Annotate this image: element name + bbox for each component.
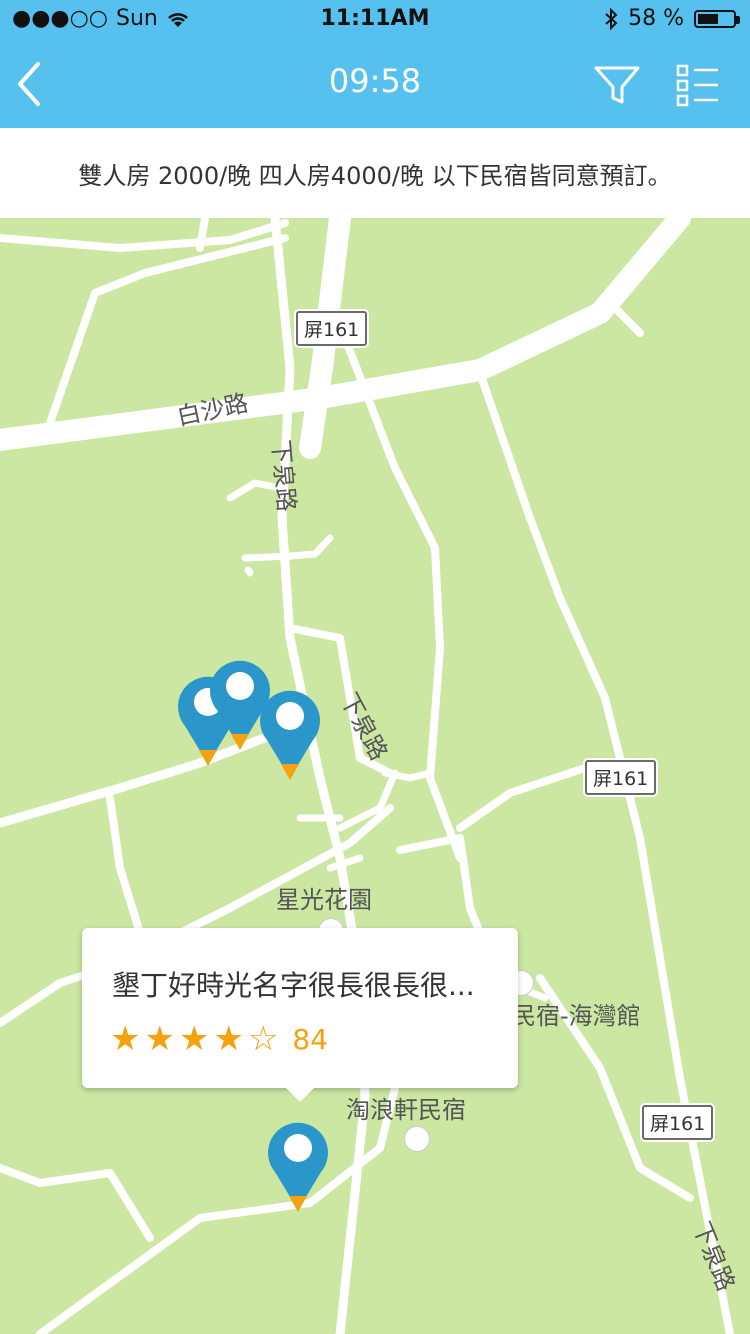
filter-icon — [594, 66, 640, 104]
map-label-taolang-inn: 淘浪軒民宿 — [346, 1096, 466, 1124]
star-icon: ☆ — [247, 1019, 279, 1059]
route-badge: 屏161 — [585, 760, 657, 795]
list-view-button[interactable] — [672, 60, 724, 112]
star-icon: ★ — [178, 1019, 210, 1059]
map-pin-icon — [268, 1122, 328, 1212]
rating-stars: ★ ★ ★ ★ ☆ 84 — [110, 1022, 328, 1056]
map-pin-selected[interactable] — [265, 1116, 331, 1216]
filter-button[interactable] — [592, 60, 644, 112]
star-icon: ★ — [110, 1019, 141, 1059]
route-badge: 屏161 — [296, 311, 368, 346]
map-view[interactable]: 白沙路 下泉路 下泉路 下泉路 星光花園 民宿-海灣館 淘浪軒民宿 屏161 屏… — [0, 218, 750, 1334]
listing-title: 墾丁好時光名字很長很長很... — [112, 969, 475, 1002]
map-pin[interactable] — [257, 684, 323, 784]
hotel-icon — [404, 1126, 430, 1152]
nav-bar: 09:58 — [0, 40, 750, 128]
battery-icon — [694, 9, 740, 28]
listing-callout[interactable]: 墾丁好時光名字很長很長很... ★ ★ ★ ★ ☆ 84 — [82, 928, 518, 1102]
battery-percent: 58 % — [628, 6, 684, 31]
route-badge: 屏161 — [642, 1105, 714, 1140]
status-bar: ●●●○○ Sun 11:11AM 58 % — [0, 0, 750, 40]
star-icon: ★ — [213, 1019, 244, 1059]
review-count: 84 — [292, 1022, 329, 1056]
map-label-xiaquan-road: 下泉路 — [266, 438, 301, 513]
notice-text: 雙人房 2000/晚 四人房4000/晚 以下民宿皆同意預訂。 — [78, 161, 672, 190]
map-pin-icon — [260, 690, 320, 780]
map-label-haiwan-inn: 民宿-海灣館 — [512, 1002, 641, 1030]
list-icon — [676, 64, 718, 107]
notice-banner: 雙人房 2000/晚 四人房4000/晚 以下民宿皆同意預訂。 — [0, 128, 750, 218]
map-label-xingguang-garden: 星光花園 — [276, 886, 372, 914]
bluetooth-icon — [605, 7, 618, 30]
star-icon: ★ — [144, 1019, 175, 1059]
status-right: 58 % — [604, 6, 740, 31]
